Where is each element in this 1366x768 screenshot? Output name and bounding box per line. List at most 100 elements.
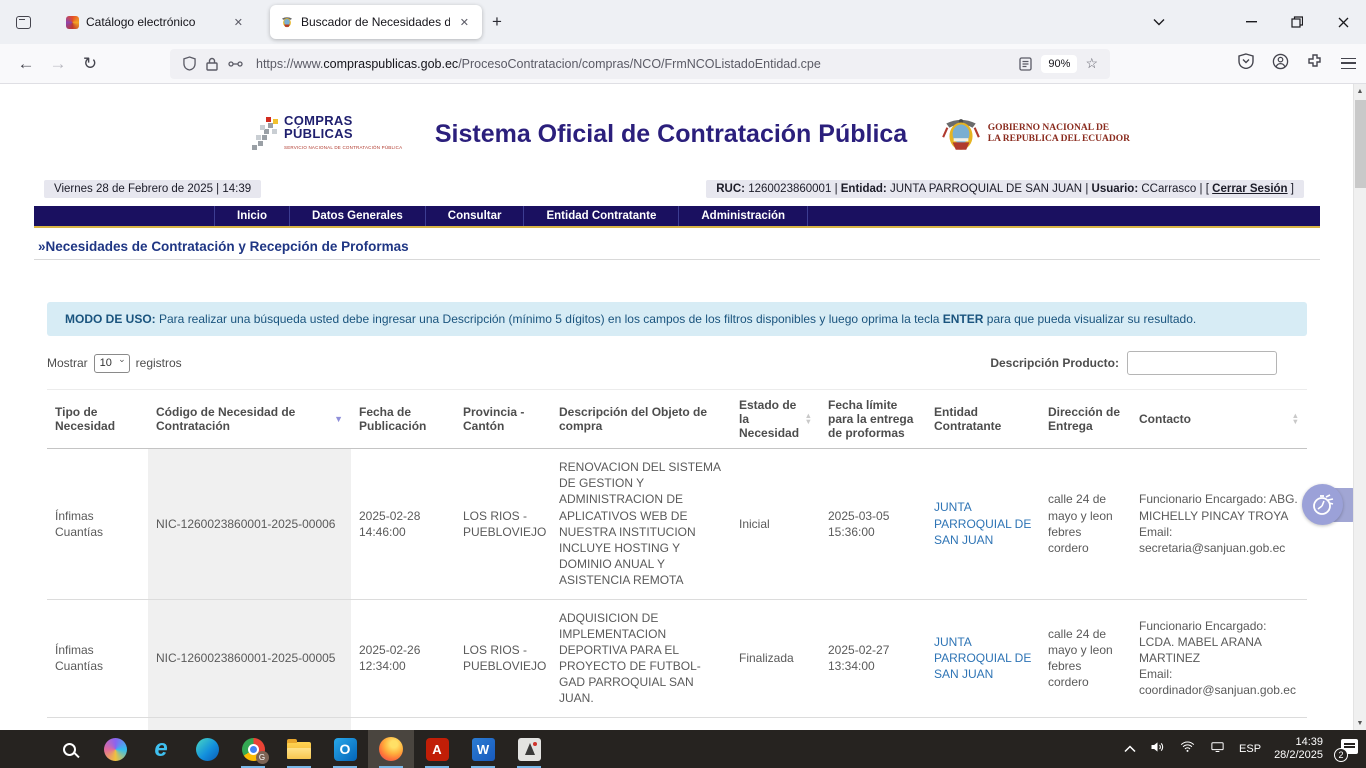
cell-fecha-limite: 2025-02-27 13:34:00 (820, 599, 926, 717)
cell-contacto: Funcionario Encargado: ABG. MICHELLY PIN… (1131, 449, 1307, 600)
header-codigo[interactable]: Código de Necesidad de Contratación▼ (148, 390, 351, 449)
cell-estado: Finalizada (731, 717, 820, 730)
firefox-icon (379, 737, 403, 761)
start-button[interactable] (0, 730, 46, 768)
cell-entidad: JUNTA PARROQUIAL DE SAN JUAN (926, 449, 1040, 600)
tray-time: 14:39 (1274, 736, 1323, 749)
header-fecha-limite[interactable]: Fecha límite para la entrega de proforma… (820, 390, 926, 449)
nav-item-entidad-contratante[interactable]: Entidad Contratante (523, 206, 678, 226)
cell-codigo: NIC-1260023860001-2025-00006 (148, 449, 351, 600)
reader-mode-icon[interactable] (1019, 57, 1032, 71)
logout-link[interactable]: Cerrar Sesión (1212, 183, 1287, 195)
taskbar-acrobat-button[interactable]: A (414, 730, 460, 768)
lock-icon[interactable] (206, 57, 218, 71)
header-estado-necesidad[interactable]: Estado de la Necesidad▲▼ (731, 390, 820, 449)
cell-codigo: NIC-1260023860001-2025-00005 (148, 599, 351, 717)
tab-buscador-necesidades[interactable]: Buscador de Necesidades de Co ✕ (270, 5, 482, 39)
file-explorer-icon (287, 742, 311, 759)
taskbar-internet-explorer-button[interactable]: e (138, 730, 184, 768)
account-icon[interactable] (1272, 53, 1289, 75)
zoom-level-button[interactable]: 90% (1041, 55, 1077, 73)
bookmark-star-icon[interactable]: ☆ (1085, 55, 1098, 72)
connect-display-icon[interactable] (1209, 739, 1226, 759)
browser-toolbar: ← → ↻ https://www.compraspublicas.gob.ec… (0, 44, 1366, 84)
nav-item-datos-generales[interactable]: Datos Generales (289, 206, 425, 226)
minimize-icon[interactable] (1228, 0, 1274, 44)
chrome-icon: G (242, 738, 265, 761)
taskbar-word-button[interactable]: W (460, 730, 506, 768)
outlook-icon: O (334, 738, 357, 761)
acrobat-icon: A (426, 738, 449, 761)
notification-center-button[interactable]: 2 (1336, 739, 1358, 759)
forward-button[interactable]: → (42, 54, 74, 74)
header-descripcion-objeto[interactable]: Descripción del Objeto de compra (551, 390, 731, 449)
taskbar-file-explorer-button[interactable] (276, 730, 322, 768)
permissions-icon[interactable] (228, 59, 243, 69)
back-button[interactable]: ← (10, 54, 42, 74)
sort-both-icon: ▲▼ (1292, 413, 1299, 424)
tray-date: 28/2/2025 (1274, 749, 1323, 762)
show-records-select[interactable]: 10 (94, 354, 130, 373)
compras-publicas-logo: COMPRAS PÚBLICAS SERVICIO NACIONAL DE CO… (252, 114, 402, 154)
cell-fecha-publicacion: 2025-02-10 (351, 717, 455, 730)
taskbar-chrome-button[interactable]: G (230, 730, 276, 768)
taskbar-java-app-button[interactable] (506, 730, 552, 768)
tab-title: Buscador de Necesidades de Co (301, 15, 450, 29)
scrollbar-thumb[interactable] (1355, 100, 1366, 188)
taskbar-copilot-button[interactable] (92, 730, 138, 768)
taskbar-outlook-button[interactable]: O (322, 730, 368, 768)
user-label: Usuario: (1092, 183, 1139, 195)
menu-hamburger-icon[interactable] (1341, 58, 1356, 69)
wifi-icon[interactable] (1179, 739, 1196, 759)
list-all-tabs-icon[interactable] (1136, 0, 1182, 44)
pocket-icon[interactable] (1238, 53, 1254, 74)
language-indicator[interactable]: ESP (1239, 743, 1261, 755)
product-description-input[interactable] (1127, 351, 1277, 375)
tab-catalogo-electronico[interactable]: Catálogo electrónico ✕ (56, 5, 256, 39)
volume-icon[interactable] (1149, 739, 1166, 760)
url-text: https://www.compraspublicas.gob.ec/Proce… (256, 57, 1014, 71)
tray-chevron-up-icon[interactable] (1124, 740, 1136, 758)
close-window-icon[interactable] (1320, 0, 1366, 44)
cell-codigo: NIC-1260023860001-2025-00004 (148, 717, 351, 730)
entidad-link[interactable]: JUNTA PARROQUIAL DE SAN JUAN (934, 635, 1031, 681)
page-scrollbar[interactable]: ▲ ▼ (1353, 84, 1366, 730)
cell-contacto: Funcionario Encargado: LCDA. MABEL ARANA… (1131, 717, 1307, 730)
taskbar-search-button[interactable] (46, 730, 92, 768)
search-icon (63, 743, 76, 756)
firefox-view-button[interactable] (8, 7, 38, 37)
restore-icon[interactable] (1274, 0, 1320, 44)
floating-timer-badge[interactable] (1302, 484, 1348, 526)
datetime-bar: Viernes 28 de Febrero de 2025 | 14:39 (44, 180, 261, 198)
reload-button[interactable]: ↻ (74, 54, 106, 74)
shield-icon[interactable] (183, 56, 196, 71)
cell-fecha-publicacion: 2025-02-26 12:34:00 (351, 599, 455, 717)
header-provincia-canton[interactable]: Provincia - Cantón (455, 390, 551, 449)
scroll-up-icon[interactable]: ▲ (1354, 84, 1366, 98)
cell-direccion: calle 24 de mayo y leon febres cordero (1040, 599, 1131, 717)
cell-provincia: LOS RIOS - PUEBLOVIEJO (455, 717, 551, 730)
header-entidad-contratante[interactable]: Entidad Contratante (926, 390, 1040, 449)
header-tipo-necesidad[interactable]: Tipo de Necesidad (47, 390, 148, 449)
nav-item-consultar[interactable]: Consultar (425, 206, 524, 226)
taskbar-edge-button[interactable] (184, 730, 230, 768)
new-tab-button[interactable]: + (482, 10, 512, 34)
tray-clock[interactable]: 14:39 28/2/2025 (1274, 736, 1323, 762)
extensions-puzzle-icon[interactable] (1307, 53, 1323, 74)
scroll-down-icon[interactable]: ▼ (1354, 716, 1366, 730)
nav-item-administracion[interactable]: Administración (678, 206, 808, 226)
table-header-row: Tipo de Necesidad Código de Necesidad de… (47, 390, 1307, 449)
pixel-arrow-icon (252, 117, 278, 151)
entity-label: Entidad: (841, 183, 887, 195)
entidad-link[interactable]: JUNTA PARROQUIAL DE SAN JUAN (934, 500, 1031, 546)
close-tab-icon[interactable]: ✕ (457, 14, 472, 31)
ecuador-coat-of-arms-icon (940, 115, 982, 153)
close-tab-icon[interactable]: ✕ (231, 14, 246, 31)
records-select-wrap: 10 (94, 354, 130, 373)
header-fecha-publicacion[interactable]: Fecha de Publicación (351, 390, 455, 449)
url-bar[interactable]: https://www.compraspublicas.gob.ec/Proce… (170, 49, 1110, 79)
header-contacto[interactable]: Contacto▲▼ (1131, 390, 1307, 449)
taskbar-firefox-button[interactable] (368, 730, 414, 768)
header-direccion-entrega[interactable]: Dirección de Entrega (1040, 390, 1131, 449)
nav-item-inicio[interactable]: Inicio (214, 206, 289, 226)
